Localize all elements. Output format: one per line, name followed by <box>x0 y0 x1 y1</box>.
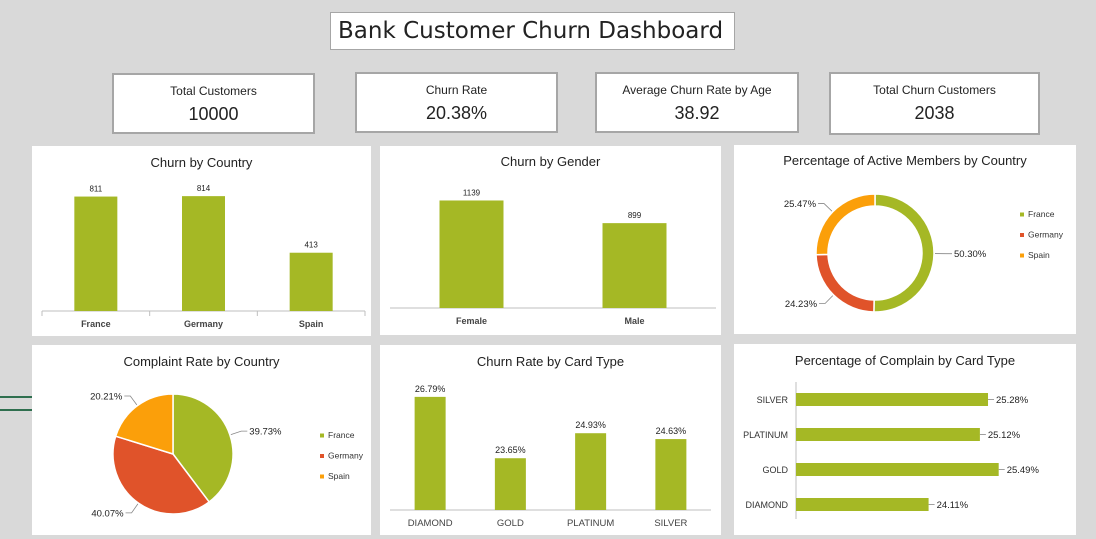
data-label: 413 <box>304 241 318 250</box>
legend-label: Spain <box>328 471 350 481</box>
chart-title: Churn by Gender <box>501 154 601 169</box>
category-label: GOLD <box>762 465 788 475</box>
data-label: 25.28% <box>996 395 1029 406</box>
bar <box>575 433 607 510</box>
kpi-label: Total Customers <box>170 84 257 98</box>
bar <box>796 463 999 476</box>
legend-swatch <box>320 454 324 458</box>
kpi-value: 38.92 <box>674 103 720 123</box>
leader-line <box>124 395 138 406</box>
category-label: SILVER <box>654 518 687 529</box>
category-label: Spain <box>299 319 324 329</box>
kpi-label: Churn Rate <box>425 83 488 97</box>
category-label: PLATINUM <box>567 518 614 529</box>
chart-complaint-rate-by-country: Complaint Rate by Country 39.73% 40.07% 20.… <box>90 354 364 519</box>
leader-line <box>818 203 833 212</box>
bar <box>796 498 929 511</box>
legend-label: Germany <box>328 451 364 461</box>
panel-active-members-by-country: Percentage of Active Members by Country 5… <box>734 145 1076 334</box>
chart-churn-rate-by-card-type: Churn Rate by Card Type 26.79% DIAMOND 23.6… <box>390 354 711 529</box>
legend-swatch <box>320 474 324 479</box>
data-label: 25.12% <box>988 430 1021 441</box>
legend-swatch <box>1020 233 1024 237</box>
bar <box>655 439 687 510</box>
data-label: 24.93% <box>575 420 606 430</box>
data-label: 50.30% <box>954 249 987 260</box>
decorative-line <box>0 396 32 398</box>
bar <box>439 200 504 308</box>
kpi-value: 2038 <box>914 103 955 123</box>
data-label: 899 <box>628 211 642 220</box>
leader-line <box>819 295 834 304</box>
legend-swatch <box>320 433 324 438</box>
bar <box>602 223 667 308</box>
chart-title: Percentage of Complain by Card Type <box>795 353 1015 368</box>
dashboard-title: Bank Customer Churn Dashboard <box>330 12 735 50</box>
kpi-churn-rate: Churn Rate 20.38% <box>355 72 558 133</box>
data-label: 39.73% <box>249 427 282 438</box>
kpi-label: Average Churn Rate by Age <box>622 83 772 97</box>
kpi-avg-churn-age: Average Churn Rate by Age 38.92 <box>595 72 799 133</box>
pie-slice <box>815 193 876 256</box>
panel-complain-by-card-type: Percentage of Complain by Card Type 25.28… <box>734 344 1076 535</box>
bar <box>74 196 118 311</box>
decorative-line <box>0 409 32 411</box>
panel-complaint-rate-by-country: Complaint Rate by Country 39.73% 40.07% 20.… <box>32 345 371 535</box>
bar <box>494 458 526 510</box>
bar <box>182 196 225 311</box>
legend-swatch <box>1020 253 1024 258</box>
data-label: 811 <box>89 185 102 194</box>
category-label: GOLD <box>497 518 524 529</box>
panel-churn-by-gender: Churn by Gender 1139 Female 899 Male <box>380 146 721 335</box>
data-label: 20.21% <box>90 392 123 403</box>
category-label: Male <box>624 316 644 326</box>
category-label: France <box>81 319 111 329</box>
data-label: 26.79% <box>415 384 446 394</box>
category-label: PLATINUM <box>743 430 788 440</box>
panel-churn-by-country: Churn by Country 811 France 814 Germany 413 Sp… <box>32 146 371 336</box>
legend-swatch <box>1020 212 1024 217</box>
kpi-label: Total Churn Customers <box>873 83 996 97</box>
bar <box>796 393 989 406</box>
category-label: DIAMOND <box>746 500 789 510</box>
category-label: Female <box>456 316 487 326</box>
leader-line <box>125 503 139 514</box>
data-label: 25.47% <box>784 199 817 210</box>
chart-churn-by-gender: Churn by Gender 1139 Female 899 Male <box>390 154 716 326</box>
bar <box>414 396 446 510</box>
data-label: 24.63% <box>656 426 687 436</box>
legend-label: France <box>328 430 355 440</box>
legend-label: Spain <box>1028 250 1050 260</box>
chart-active-members-by-country: Percentage of Active Members by Country 5… <box>783 153 1064 313</box>
chart-title: Complaint Rate by Country <box>123 354 280 369</box>
legend-label: Germany <box>1028 230 1064 240</box>
bar <box>289 252 333 311</box>
category-label: Germany <box>184 319 223 329</box>
bar <box>796 428 980 441</box>
kpi-total-customers: Total Customers 10000 <box>112 73 315 134</box>
data-label: 23.65% <box>495 445 526 455</box>
panel-churn-rate-by-card-type: Churn Rate by Card Type 26.79% DIAMOND 23.6… <box>380 345 721 535</box>
data-label: 24.23% <box>785 299 818 310</box>
data-label: 814 <box>197 184 211 193</box>
kpi-value: 20.38% <box>425 103 488 123</box>
kpi-total-churn-customers: Total Churn Customers 2038 <box>829 72 1040 135</box>
data-label: 25.49% <box>1007 465 1040 476</box>
category-label: SILVER <box>757 395 789 405</box>
chart-title: Churn Rate by Card Type <box>477 354 624 369</box>
chart-complain-by-card-type: Percentage of Complain by Card Type 25.28… <box>743 353 1040 519</box>
chart-churn-by-country: Churn by Country 811 France 814 Germany 413 Sp… <box>41 155 366 329</box>
data-label: 40.07% <box>91 508 124 519</box>
data-label: 1139 <box>463 188 481 197</box>
chart-title: Churn by Country <box>151 155 253 170</box>
chart-title: Percentage of Active Members by Country <box>783 153 1027 168</box>
kpi-value: 10000 <box>188 104 239 124</box>
category-label: DIAMOND <box>408 518 453 529</box>
pie-slice <box>873 193 935 313</box>
data-label: 24.11% <box>937 500 969 511</box>
leader-line <box>230 430 248 436</box>
legend-label: France <box>1028 209 1055 219</box>
